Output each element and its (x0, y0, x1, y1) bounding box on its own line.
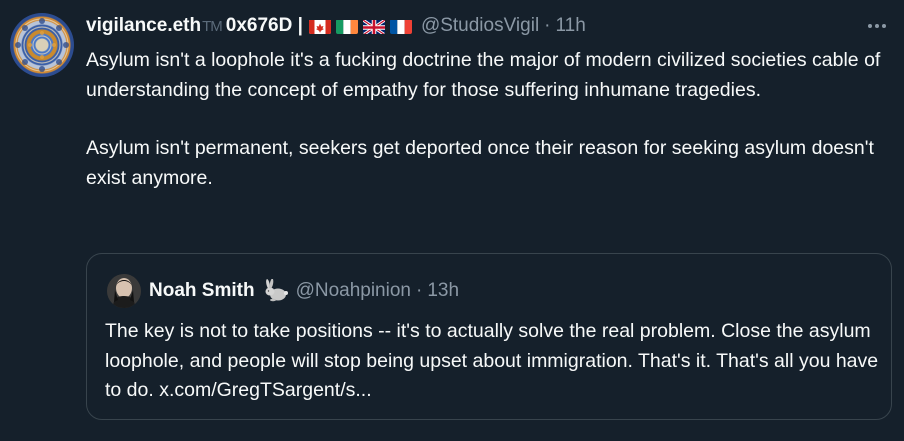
canada-flag-icon (308, 19, 331, 34)
quoted-tweet-text: The key is not to take positions -- it's… (105, 320, 879, 401)
tweet-paragraph: Asylum isn't a loophole it's a fucking d… (86, 49, 881, 101)
tweet-paragraph: Asylum isn't permanent, seekers get depo… (86, 137, 874, 189)
display-name-suffix[interactable]: 0x676D | (226, 15, 303, 37)
tweet-text: Asylum isn't a loophole it's a fucking d… (86, 46, 886, 193)
quoted-avatar[interactable] (107, 274, 141, 308)
france-flag-icon (389, 19, 412, 34)
tm-mark: TM (202, 17, 223, 35)
avatar[interactable] (10, 13, 74, 77)
avatar-pattern (15, 18, 69, 72)
user-handle[interactable]: @StudiosVigil (421, 15, 539, 37)
quoted-user-handle[interactable]: @Noahpinion (296, 280, 411, 302)
separator-dot: · (415, 280, 423, 301)
ireland-flag-icon (335, 19, 358, 34)
rabbit-icon (262, 279, 288, 303)
quoted-timestamp[interactable]: 13h (427, 280, 459, 302)
quoted-display-name[interactable]: Noah Smith (149, 280, 255, 302)
tweet-header: vigilance.eth TM 0x676D | @StudiosVigil … (86, 13, 586, 39)
separator-dot: · (544, 15, 551, 36)
quoted-header: Noah Smith @Noahpinion · 13h (149, 276, 459, 306)
uk-flag-icon (362, 18, 385, 34)
more-horizontal-icon[interactable] (864, 13, 890, 39)
quoted-tweet[interactable]: Noah Smith @Noahpinion · 13h The key is … (86, 253, 892, 420)
timestamp[interactable]: 11h (556, 15, 586, 37)
display-name[interactable]: vigilance.eth (86, 15, 201, 37)
